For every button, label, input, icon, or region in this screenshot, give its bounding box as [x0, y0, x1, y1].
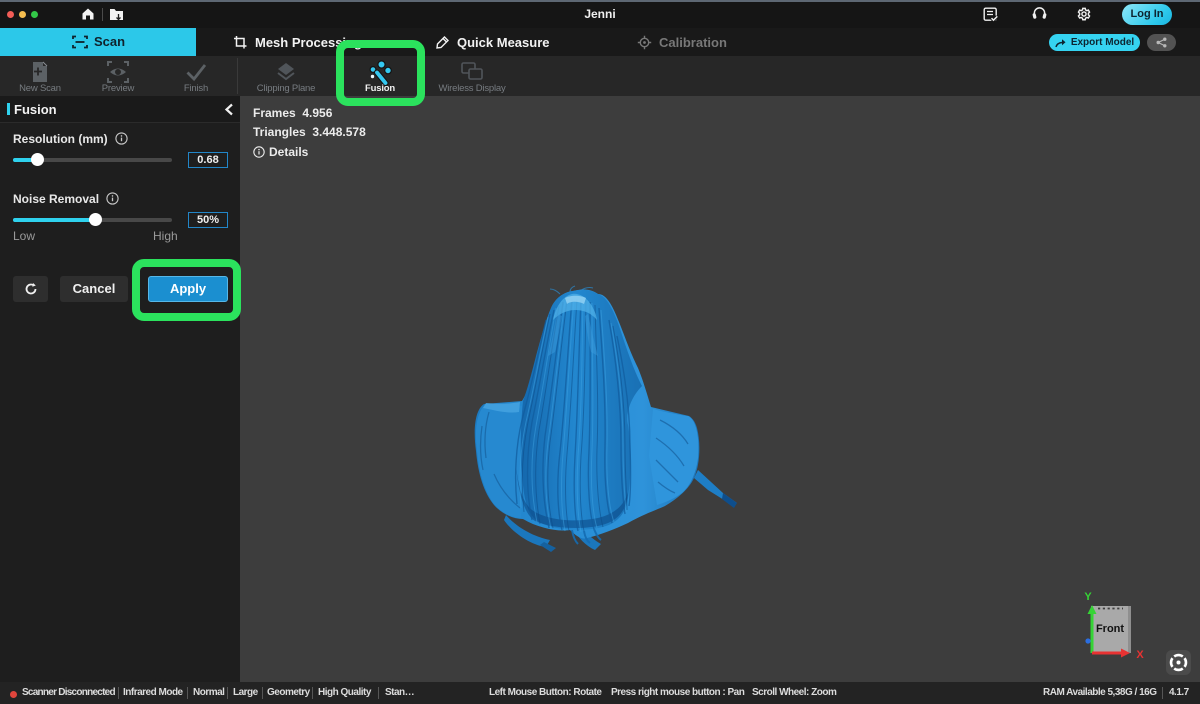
svg-text:X: X: [1136, 649, 1144, 661]
svg-text:Front: Front: [1096, 623, 1124, 635]
svg-text:Y: Y: [1084, 591, 1092, 603]
